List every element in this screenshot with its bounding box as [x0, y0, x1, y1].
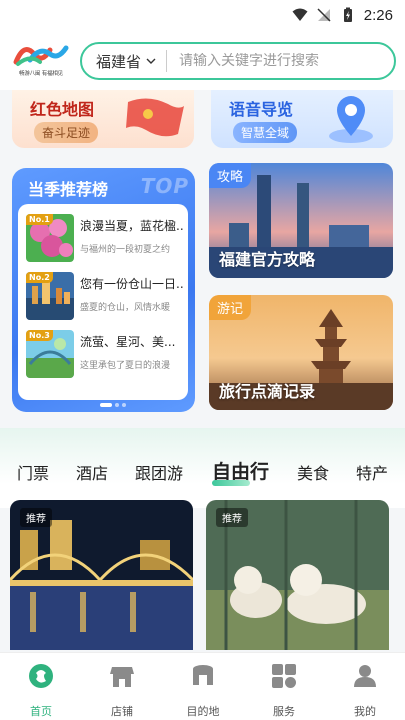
search-bar[interactable]: 福建省 [80, 42, 396, 80]
shop-icon [110, 667, 134, 687]
app-logo[interactable]: 畅游八闽 有福相见 [10, 40, 72, 80]
wifi-icon [292, 8, 308, 21]
nav-label: 我的 [354, 705, 376, 718]
red-map-subtitle: 奋斗足迹 [34, 122, 99, 143]
ranking-thumbnail: No.3 [26, 330, 74, 378]
bottom-nav: 首页 店铺 目的地 服务 我的 [0, 652, 405, 720]
location-pin-icon [329, 96, 373, 143]
seasonal-ranking-card[interactable]: 当季推荐榜 TOP No.1 浪漫当夏，蓝花楹... 与福州的一段初夏之约 No… [12, 168, 195, 412]
carousel-indicator [100, 403, 126, 407]
flag-icon [126, 98, 184, 137]
audio-guide-title: 语音导览 [229, 100, 294, 119]
ranking-item[interactable]: No.2 您有一份仓山一日... 盛夏的仓山，风情水暖 [26, 272, 184, 320]
audio-guide-subtitle: 智慧全域 [233, 122, 298, 143]
rank-number: No.2 [26, 272, 53, 283]
recommend-tag: 推荐 [216, 508, 248, 527]
audio-guide-card[interactable]: 语音导览 智慧全域 [211, 90, 393, 148]
ranking-item-subtitle: 与福州的一段初夏之约 [80, 245, 171, 255]
service-icon [272, 664, 296, 688]
product-card[interactable]: 推荐 [10, 500, 193, 650]
nav-home[interactable]: 首页 [11, 663, 71, 719]
nav-label: 目的地 [186, 705, 220, 718]
travel-notes-card[interactable]: 游记 旅行点滴记录 [209, 295, 393, 410]
status-bar: 2:26 [0, 0, 405, 30]
ranking-item-subtitle: 盛夏的仓山，风情水暖 [80, 303, 171, 313]
carousel-dot [122, 403, 126, 407]
notes-tag: 游记 [209, 295, 252, 320]
rank-number: No.1 [26, 214, 53, 225]
battery-icon [343, 7, 352, 22]
tab-tickets[interactable]: 门票 [17, 460, 49, 484]
ranking-item-title: 您有一份仓山一日... [80, 277, 184, 291]
search-input[interactable] [167, 53, 368, 69]
nav-label: 服务 [273, 705, 295, 718]
tab-group-tours[interactable]: 跟团游 [135, 460, 183, 484]
nav-label: 店铺 [111, 705, 133, 718]
nav-destination[interactable]: 目的地 [173, 663, 233, 719]
destination-icon [193, 665, 213, 685]
recommend-tag: 推荐 [20, 508, 52, 527]
ranking-thumbnail: No.1 [26, 214, 74, 262]
profile-icon [354, 665, 376, 687]
rank-number: No.3 [26, 330, 53, 341]
carousel-dot [100, 403, 112, 407]
logo-mark-icon [13, 45, 69, 66]
region-label: 福建省 [96, 52, 142, 71]
ranking-item-title: 流萤、星河、美... [80, 335, 176, 349]
ranking-item-title: 浪漫当夏，蓝花楹... [80, 219, 184, 233]
nav-profile[interactable]: 我的 [335, 663, 395, 719]
tab-hotels[interactable]: 酒店 [76, 460, 108, 484]
red-map-title: 红色地图 [30, 100, 95, 119]
notes-caption: 旅行点滴记录 [219, 382, 316, 401]
tab-food[interactable]: 美食 [297, 460, 329, 484]
product-card[interactable]: 推荐 [206, 500, 389, 650]
nav-service[interactable]: 服务 [254, 663, 314, 719]
status-time: 2:26 [363, 6, 393, 24]
region-selector[interactable]: 福建省 [82, 50, 168, 72]
active-tab-indicator [212, 480, 250, 486]
red-map-card[interactable]: 红色地图 奋斗足迹 [12, 90, 194, 148]
guide-caption: 福建官方攻略 [219, 250, 316, 269]
guide-tag: 攻略 [209, 163, 252, 188]
carousel-dot [115, 403, 119, 407]
nav-label: 首页 [30, 705, 52, 718]
header: 畅游八闽 有福相见 福建省 [0, 30, 405, 90]
chevron-down-icon [146, 58, 156, 64]
ranking-item-subtitle: 这里承包了夏日的浪漫 [80, 361, 171, 371]
ranking-title: 当季推荐榜 [28, 180, 109, 199]
ranking-thumbnail: No.2 [26, 272, 74, 320]
ranking-watermark: TOP [140, 174, 189, 198]
category-tabs: 门票 酒店 跟团游 自由行 美食 特产 [0, 428, 405, 508]
home-icon [29, 664, 53, 688]
tab-specialties[interactable]: 特产 [356, 460, 388, 484]
ranking-item[interactable]: No.3 流萤、星河、美... 这里承包了夏日的浪漫 [26, 330, 182, 378]
official-guide-card[interactable]: 攻略 福建官方攻略 [209, 163, 393, 278]
logo-subtitle: 畅游八闽 有福相见 [19, 71, 63, 77]
no-signal-icon [317, 8, 331, 22]
nav-shop[interactable]: 店铺 [92, 663, 152, 719]
ranking-item[interactable]: No.1 浪漫当夏，蓝花楹... 与福州的一段初夏之约 [26, 214, 184, 262]
status-indicators: 2:26 [292, 4, 393, 26]
ranking-list: No.1 浪漫当夏，蓝花楹... 与福州的一段初夏之约 No.2 您有一份仓山一… [18, 204, 188, 400]
